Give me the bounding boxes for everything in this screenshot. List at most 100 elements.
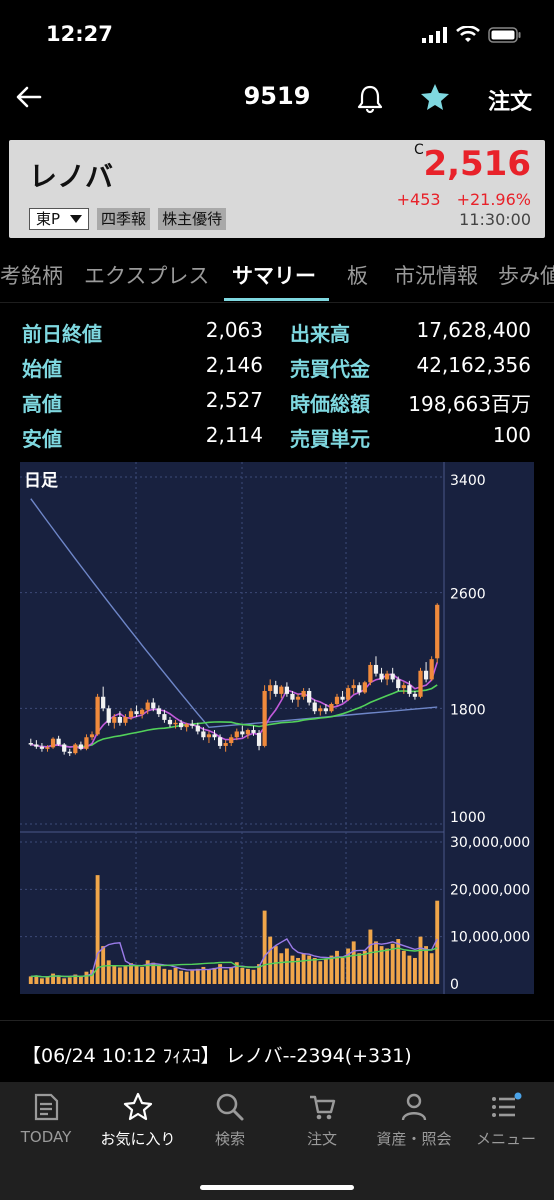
volume-bar bbox=[62, 978, 67, 984]
price-tick-label: 3400 bbox=[450, 473, 486, 489]
header-bar: 9519 注文 bbox=[0, 70, 554, 128]
candle-body bbox=[334, 696, 340, 704]
status-time: 12:27 bbox=[46, 22, 113, 46]
candle-body bbox=[95, 696, 100, 735]
volume-bar bbox=[429, 953, 434, 984]
candle-body bbox=[89, 734, 95, 738]
volume-bar bbox=[156, 966, 161, 984]
price-chart[interactable]: 3400 2600 1800 1000 30,000,000 20,000,000 10,0… bbox=[20, 462, 534, 994]
volume-bar bbox=[67, 977, 72, 984]
nav-search[interactable]: 検索 bbox=[184, 1092, 276, 1149]
chevron-down-icon bbox=[70, 215, 83, 223]
news-ticker[interactable]: 【06/24 10:12 ﾌｨｽｺ】 レノバ--2394(+331) bbox=[0, 1020, 554, 1083]
tab-tick[interactable]: 歩み値 bbox=[498, 260, 554, 290]
summary-label: 売買代金 bbox=[290, 357, 370, 381]
volume-bar bbox=[112, 965, 117, 984]
summary-value: 2,146 bbox=[205, 353, 263, 377]
shikiho-button[interactable]: 四季報 bbox=[97, 208, 151, 230]
volume-tick-label: 10,000,000 bbox=[450, 930, 530, 946]
volume-bar bbox=[396, 939, 401, 984]
tab-reference[interactable]: 考銘柄 bbox=[0, 260, 63, 290]
volume-bar bbox=[223, 969, 228, 984]
volume-bar bbox=[206, 969, 211, 984]
order-button[interactable]: 注文 bbox=[488, 84, 532, 116]
candle-body bbox=[217, 737, 223, 746]
candle-body bbox=[39, 746, 45, 749]
summary-row: 高値 2,527 時価総額 198,663百万 bbox=[0, 388, 554, 422]
news-text: 【06/24 10:12 ﾌｨｽｺ】 レノバ--2394(+331) bbox=[22, 1045, 412, 1067]
candle-body bbox=[301, 690, 306, 697]
nav-assets[interactable]: 資産・照会 bbox=[368, 1092, 460, 1149]
active-tab-indicator bbox=[224, 298, 329, 301]
candle-body bbox=[128, 711, 134, 718]
candle-body bbox=[151, 702, 156, 709]
volume-bar bbox=[301, 953, 306, 984]
candle-body bbox=[162, 714, 167, 720]
summary-label: 高値 bbox=[22, 392, 62, 416]
volume-bar bbox=[78, 976, 83, 984]
candle-body bbox=[373, 664, 379, 674]
candle-body bbox=[429, 659, 434, 680]
volume-bar bbox=[195, 968, 200, 984]
volume-bar bbox=[407, 955, 412, 984]
candle-body bbox=[256, 732, 262, 746]
nav-label: お気に入り bbox=[100, 1130, 176, 1148]
cart-icon bbox=[310, 1095, 336, 1120]
wifi-icon bbox=[456, 26, 480, 42]
candle-body bbox=[212, 734, 217, 738]
candle-body bbox=[362, 682, 367, 693]
candle-body bbox=[379, 673, 384, 680]
bell-icon[interactable] bbox=[356, 84, 384, 114]
volume-bar bbox=[134, 965, 139, 984]
volume-bar bbox=[279, 953, 284, 984]
candle-body bbox=[34, 744, 39, 747]
candle-body bbox=[284, 686, 290, 694]
volume-bar bbox=[179, 970, 184, 984]
summary-label: 前日終値 bbox=[22, 322, 102, 346]
price-tick-label: 1000 bbox=[450, 810, 486, 826]
volume-bar bbox=[418, 936, 423, 984]
volume-bar bbox=[184, 971, 189, 984]
volume-bar bbox=[357, 953, 362, 984]
favorite-star-icon[interactable] bbox=[420, 82, 450, 112]
candle-body bbox=[423, 670, 429, 680]
tab-market-info[interactable]: 市況情報 bbox=[394, 260, 478, 290]
candle-body bbox=[201, 731, 206, 738]
tab-board[interactable]: 板 bbox=[347, 260, 368, 290]
nav-order[interactable]: 注文 bbox=[276, 1092, 368, 1149]
yutai-button[interactable]: 株主優待 bbox=[158, 208, 227, 230]
volume-bar bbox=[106, 960, 111, 984]
summary-value: 198,663百万 bbox=[408, 392, 531, 416]
volume-tick-label: 30,000,000 bbox=[450, 835, 530, 851]
star-icon bbox=[123, 1092, 153, 1121]
home-indicator bbox=[200, 1185, 354, 1190]
market-label: 東P bbox=[36, 210, 61, 228]
volume-bar bbox=[240, 967, 245, 984]
tab-express[interactable]: エクスプレス bbox=[84, 260, 209, 290]
volume-bar bbox=[45, 976, 50, 984]
volume-bar bbox=[117, 967, 122, 984]
candle-body bbox=[290, 693, 295, 700]
person-icon bbox=[401, 1093, 427, 1121]
candle-body bbox=[106, 708, 111, 723]
candle-body bbox=[45, 747, 50, 749]
volume-bar bbox=[351, 941, 356, 984]
summary-label: 出来高 bbox=[290, 322, 350, 346]
nav-today[interactable]: TODAY bbox=[0, 1092, 92, 1146]
candle-body bbox=[268, 685, 273, 691]
nav-label: TODAY bbox=[20, 1128, 72, 1146]
candle-body bbox=[368, 664, 373, 683]
volume-bar bbox=[268, 936, 273, 984]
volume-bar bbox=[273, 946, 278, 984]
summary-value: 2,527 bbox=[205, 388, 263, 412]
candle-body bbox=[206, 734, 212, 738]
volume-tick-label: 0 bbox=[450, 977, 459, 993]
candle-body bbox=[340, 696, 345, 700]
tab-summary[interactable]: サマリー bbox=[232, 260, 316, 290]
nav-favorites[interactable]: お気に入り bbox=[92, 1092, 184, 1149]
nav-menu[interactable]: メニュー bbox=[460, 1092, 552, 1149]
volume-bar bbox=[123, 966, 128, 984]
volume-bar bbox=[39, 978, 44, 984]
market-select[interactable]: 東P bbox=[29, 208, 90, 230]
candle-body bbox=[307, 690, 312, 703]
